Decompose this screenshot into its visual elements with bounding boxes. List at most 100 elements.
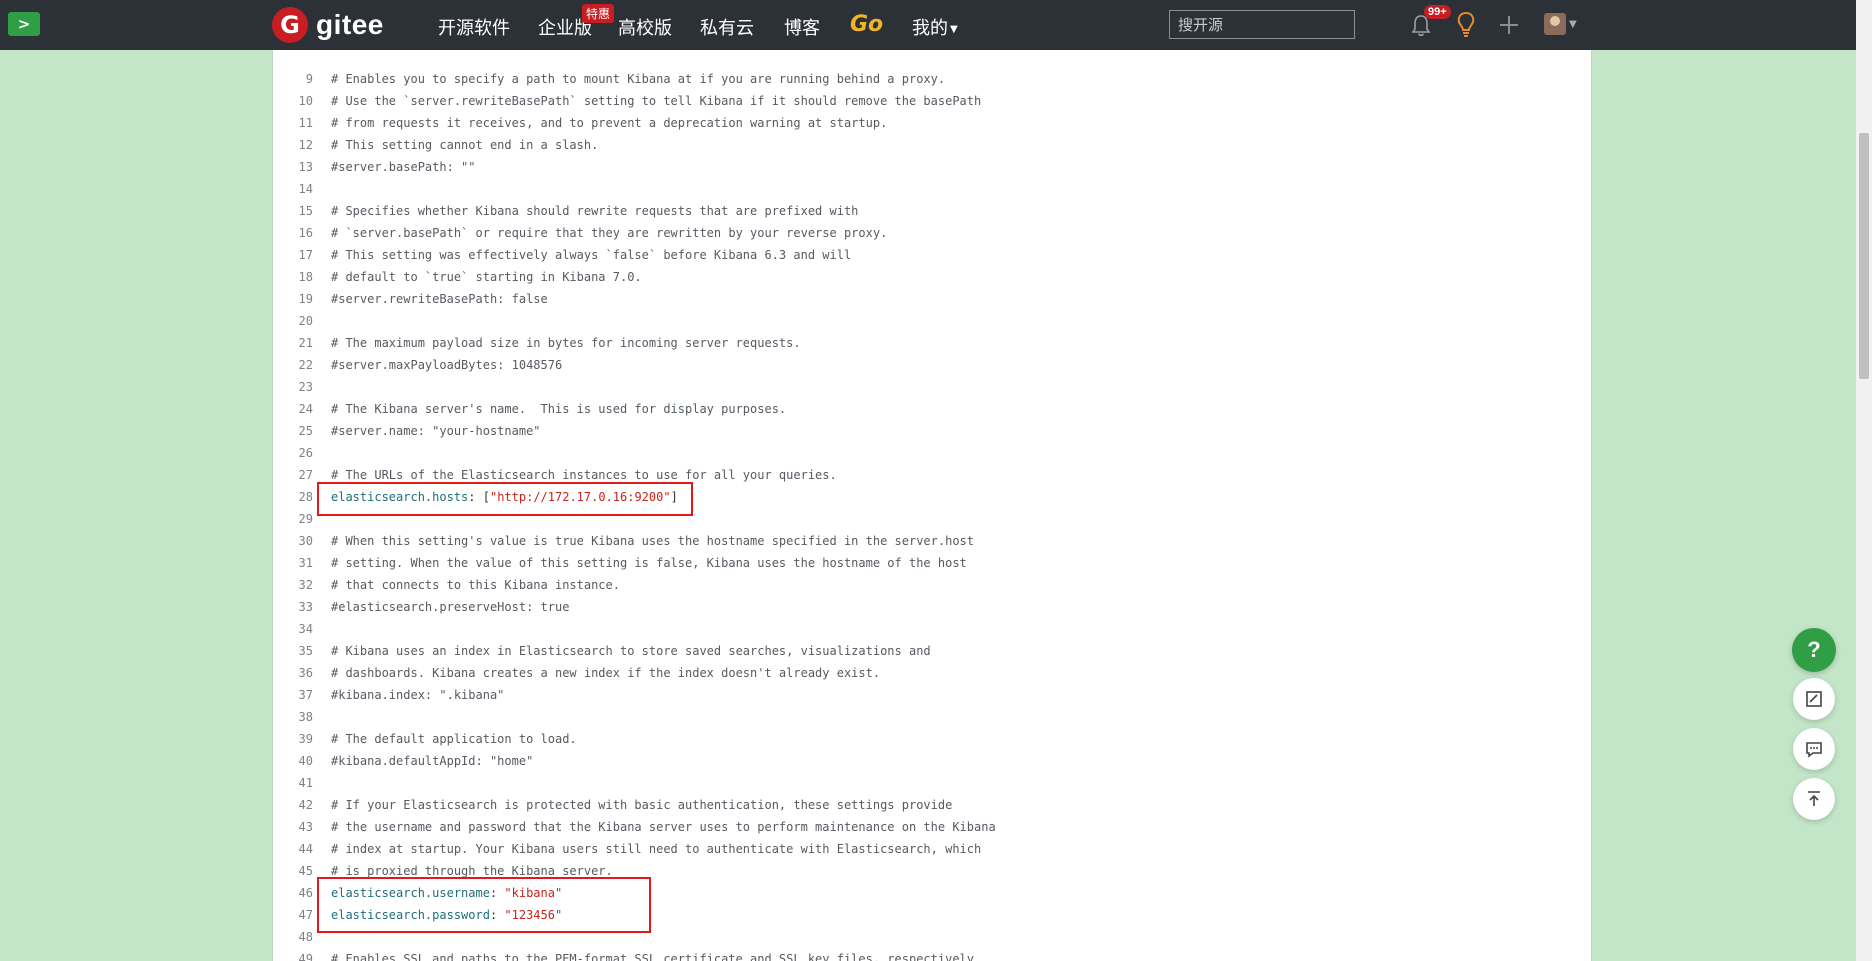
line-content: #kibana.defaultAppId: "home" [331,754,534,768]
line-number: 20 [298,314,313,328]
line-content: # the username and password that the Kib… [331,820,996,834]
code-line: 19 #server.rewriteBasePath: false [273,288,1591,310]
line-content: # If your Elasticsearch is protected wit… [331,798,953,812]
code-line: 33 #elasticsearch.preserveHost: true [273,596,1591,618]
config-separator: : [489,886,505,900]
line-content: # Kibana uses an index in Elasticsearch … [331,644,931,658]
line-content: #elasticsearch.preserveHost: true [331,600,570,614]
line-number: 32 [298,578,313,592]
nav-go[interactable]: Go [850,12,883,37]
search-input[interactable] [1169,10,1355,39]
gitee-logo-icon: G [272,7,308,43]
nav-blog[interactable]: 博客 [784,14,820,40]
line-content: # Enables you to specify a path to mount… [331,72,946,86]
line-content: elasticsearch.hosts: ["http://172.17.0.1… [331,486,678,508]
line-number: 47 [298,908,313,922]
code-line: 10 # Use the `server.rewriteBasePath` set… [273,90,1591,112]
code-line: 48 [273,926,1591,948]
line-number: 45 [298,864,313,878]
line-number: 39 [298,732,313,746]
plus-icon[interactable] [1498,13,1520,37]
notification-count-badge: 99+ [1424,5,1451,19]
nav-private-cloud[interactable]: 私有云 [700,14,754,40]
code-viewer: 9 # Enables you to specify a path to moun… [272,50,1592,961]
config-end: ] [670,490,678,504]
code-line: 14 [273,178,1591,200]
chevron-down-icon: ▼ [950,23,958,35]
code-line: 44 # index at startup. Your Kibana users … [273,838,1591,860]
line-content: #server.rewriteBasePath: false [331,292,548,306]
line-number: 42 [298,798,313,812]
line-content: #server.maxPayloadBytes: 1048576 [331,358,563,372]
nav-open-source-software[interactable]: 开源软件 [438,14,510,40]
line-content: # This setting was effectively always `f… [331,248,852,262]
page-scrollbar[interactable] [1856,0,1872,961]
lightbulb-icon[interactable] [1455,11,1477,39]
line-number: 28 [298,490,313,504]
line-number: 40 [298,754,313,768]
line-number: 15 [298,204,313,218]
enterprise-promo-badge: 特惠 [582,4,615,23]
code-line: 21 # The maximum payload size in bytes fo… [273,332,1591,354]
config-value: "123456" [504,908,563,922]
nav-university[interactable]: 高校版 [618,14,672,40]
line-content: # This setting cannot end in a slash. [331,138,599,152]
line-content: # The Kibana server's name. This is used… [331,402,787,416]
line-number: 24 [298,402,313,416]
line-number: 41 [298,776,313,790]
line-number: 33 [298,600,313,614]
line-content: # `server.basePath` or require that they… [331,226,888,240]
line-content: # dashboards. Kibana creates a new index… [331,666,881,680]
code-line: 22 #server.maxPayloadBytes: 1048576 [273,354,1591,376]
line-content: #server.name: "your-hostname" [331,424,541,438]
line-number: 21 [298,336,313,350]
line-number: 23 [298,380,313,394]
line-content: # default to `true` starting in Kibana 7… [331,270,642,284]
line-content: # The maximum payload size in bytes for … [331,336,801,350]
code-line: 46 elasticsearch.username: "kibana" [273,882,1591,904]
code-line: 27 # The URLs of the Elasticsearch instan… [273,464,1591,486]
line-content: # that connects to this Kibana instance. [331,578,620,592]
chat-button[interactable] [1793,728,1835,770]
code-line: 42 # If your Elasticsearch is protected w… [273,794,1591,816]
code-line: 35 # Kibana uses an index in Elasticsearc… [273,640,1591,662]
config-key: elasticsearch.password [331,908,490,922]
user-menu[interactable]: ▼ [1544,13,1577,35]
code-line: 41 [273,772,1591,794]
gitee-logo[interactable]: G gitee [272,7,384,43]
back-to-top-button[interactable] [1793,778,1835,820]
line-number: 35 [298,644,313,658]
line-number: 31 [298,556,313,570]
sidebar-toggle-button[interactable]: > [8,12,40,36]
code-line: 34 [273,618,1591,640]
line-content: # Use the `server.rewriteBasePath` setti… [331,94,982,108]
code-line: 9 # Enables you to specify a path to moun… [273,68,1591,90]
scrollbar-thumb[interactable] [1859,133,1869,379]
line-content: # is proxied through the Kibana server. [331,864,613,878]
code-line: 16 # `server.basePath` or require that th… [273,222,1591,244]
line-number: 38 [298,710,313,724]
feedback-button[interactable] [1793,678,1835,720]
line-content: # The default application to load. [331,732,577,746]
config-key: elasticsearch.hosts [331,490,469,504]
line-content: # from requests it receives, and to prev… [331,116,888,130]
code-line: 31 # setting. When the value of this sett… [273,552,1591,574]
line-number: 27 [298,468,313,482]
code-line: 11 # from requests it receives, and to pr… [273,112,1591,134]
code-line: 37 #kibana.index: ".kibana" [273,684,1591,706]
gitee-logo-text: gitee [316,9,384,40]
help-button[interactable]: ? [1792,628,1836,672]
line-number: 19 [298,292,313,306]
code-line: 28 elasticsearch.hosts: ["http://172.17.0… [273,486,1591,508]
line-number: 30 [298,534,313,548]
line-number: 13 [298,160,313,174]
edit-note-icon [1806,691,1822,707]
nav-mine-menu[interactable]: 我的 ▼ [912,14,958,40]
code-line: 29 [273,508,1591,530]
line-number: 12 [298,138,313,152]
line-content: # When this setting's value is true Kiba… [331,534,974,548]
top-navigation-bar: > G gitee 开源软件 企业版 特惠 高校版 私有云 博客 Go 我的 ▼ … [0,0,1856,50]
line-content: # Specifies whether Kibana should rewrit… [331,204,859,218]
line-number: 43 [298,820,313,834]
line-number: 48 [298,930,313,944]
